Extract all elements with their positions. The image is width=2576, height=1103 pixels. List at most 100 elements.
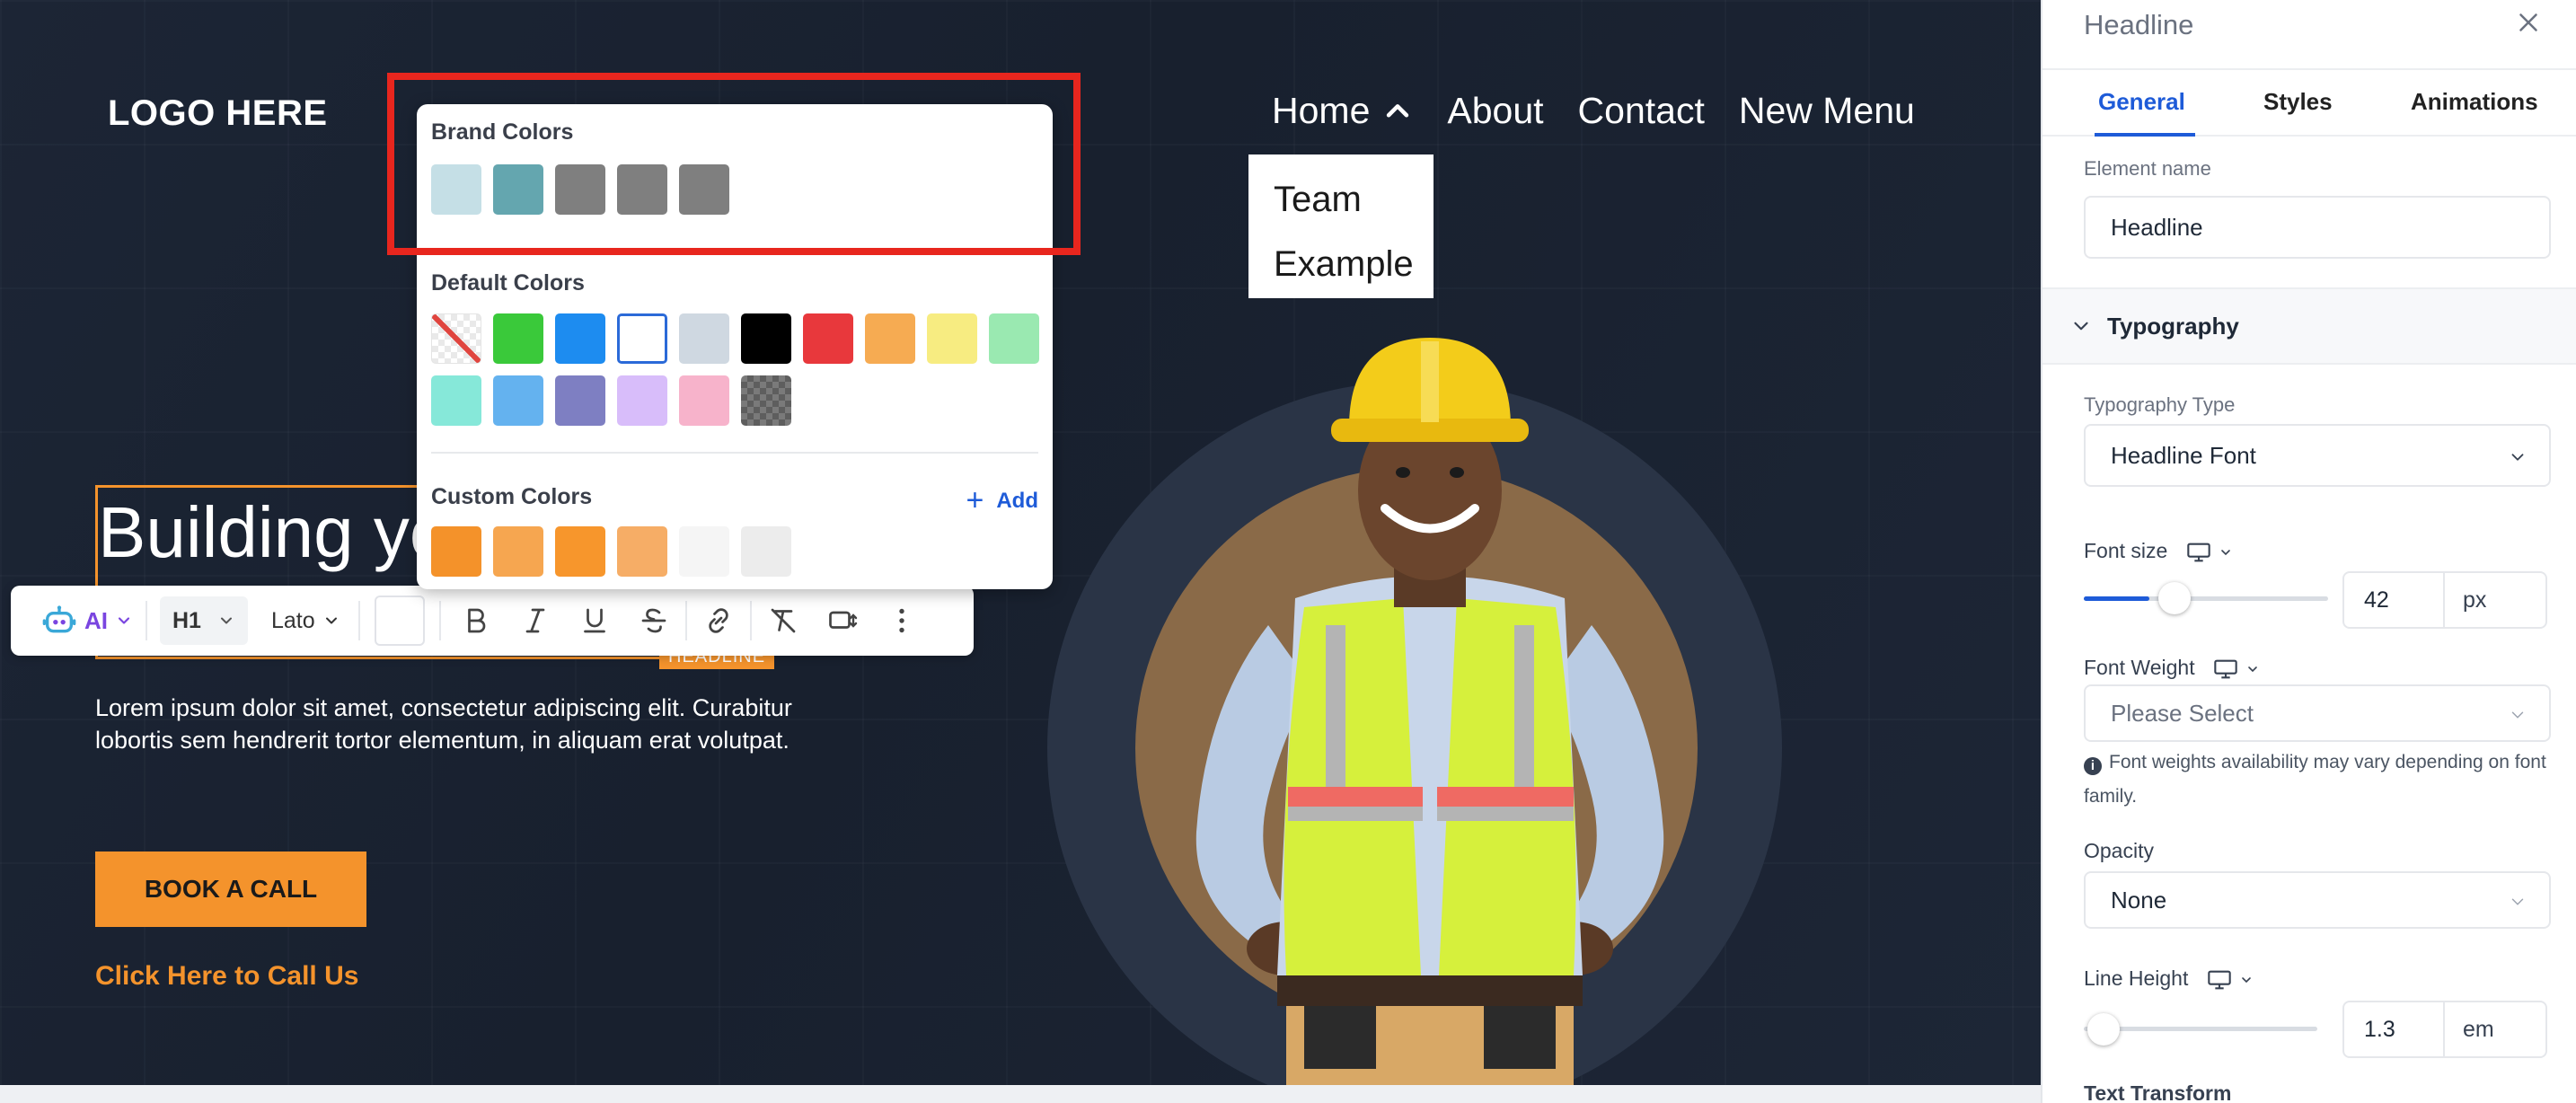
opacity-select[interactable]: None [2084, 871, 2551, 929]
opacity-value: None [2111, 886, 2167, 913]
submenu-item-example[interactable]: Example [1248, 232, 1434, 296]
font-size-input[interactable]: 42 [2342, 571, 2445, 629]
nav-item-new-menu[interactable]: New Menu [1739, 90, 1915, 132]
link-icon[interactable] [702, 604, 735, 637]
default-color-swatch[interactable] [865, 313, 915, 364]
default-color-swatch[interactable] [989, 313, 1039, 364]
nav-item-contact[interactable]: Contact [1578, 90, 1705, 132]
brand-color-swatch[interactable] [431, 164, 481, 215]
font-weight-select[interactable]: Please Select [2084, 684, 2551, 742]
italic-icon[interactable] [519, 604, 551, 637]
tab-animations[interactable]: Animations [2411, 88, 2538, 116]
chevron-down-icon[interactable] [2219, 545, 2233, 560]
brand-color-swatch[interactable] [555, 164, 605, 215]
typography-type-select[interactable]: Headline Font [2084, 424, 2551, 487]
default-color-swatch[interactable] [617, 313, 667, 364]
panel-title: Headline [2084, 9, 2194, 40]
tab-general[interactable]: General [2098, 88, 2185, 116]
line-height-label: Line Height [2084, 966, 2189, 990]
line-height-unit[interactable]: em [2445, 1001, 2547, 1058]
settings-panel: Headline General Styles Animations Eleme… [2041, 0, 2576, 1103]
nav-item-home[interactable]: Home [1272, 90, 1413, 132]
default-colors-title: Default Colors [431, 270, 585, 296]
canvas-bottom-strip [0, 1085, 2041, 1103]
font-family-select[interactable]: Lato [259, 596, 353, 645]
element-name-input[interactable]: Headline [2084, 196, 2551, 259]
font-weight-note-text: Font weights availability may vary depen… [2084, 752, 2546, 807]
typography-type-value: Headline Font [2111, 441, 2256, 469]
brand-color-swatch[interactable] [493, 164, 543, 215]
line-height-label-row: Line Height [2084, 966, 2254, 991]
brand-color-swatch[interactable] [679, 164, 729, 215]
default-color-swatch[interactable] [741, 375, 791, 426]
default-color-swatch[interactable] [679, 375, 729, 426]
default-color-swatch[interactable] [493, 375, 543, 426]
default-color-swatch[interactable] [431, 375, 481, 426]
font-size-label: Font size [2084, 539, 2168, 562]
more-vertical-icon[interactable] [886, 604, 918, 637]
brand-color-swatch[interactable] [617, 164, 667, 215]
line-height-input[interactable]: 1.3 [2342, 1001, 2445, 1058]
font-size-unit[interactable]: px [2445, 571, 2547, 629]
default-color-swatch[interactable] [555, 313, 605, 364]
default-color-swatch[interactable] [555, 375, 605, 426]
toolbar-divider [749, 601, 752, 640]
chevron-down-icon[interactable] [2245, 662, 2260, 676]
ai-assistant-button[interactable]: AI [41, 603, 133, 639]
custom-color-swatch[interactable] [431, 526, 481, 577]
site-logo[interactable]: LOGO HERE [108, 93, 328, 134]
headline-text[interactable]: Building yo [98, 488, 449, 578]
hero-body-text[interactable]: Lorem ipsum dolor sit amet, consectetur … [95, 692, 796, 756]
custom-color-swatch[interactable] [493, 526, 543, 577]
typography-section-toggle[interactable]: Typography [2042, 287, 2576, 365]
font-size-slider-thumb[interactable] [2158, 582, 2192, 614]
underline-icon[interactable] [578, 604, 611, 637]
default-color-swatch[interactable] [431, 313, 481, 364]
monitor-icon[interactable] [2207, 969, 2232, 991]
chevron-down-icon [2074, 322, 2088, 331]
default-color-swatch[interactable] [679, 313, 729, 364]
tab-styles[interactable]: Styles [2263, 88, 2333, 116]
active-tab-indicator [2095, 133, 2195, 137]
font-weight-note: i Font weights availability may vary depe… [2084, 746, 2551, 814]
custom-colors-title: Custom Colors [431, 484, 593, 509]
close-icon[interactable] [2513, 7, 2544, 38]
font-weight-label-row: Font Weight [2084, 656, 2260, 680]
default-color-swatch[interactable] [741, 313, 791, 364]
bold-icon[interactable] [460, 604, 492, 637]
clear-format-icon[interactable] [767, 604, 799, 637]
heading-level-select[interactable]: H1 [160, 596, 248, 645]
book-a-call-button[interactable]: BOOK A CALL [95, 852, 366, 927]
custom-color-swatch[interactable] [679, 526, 729, 577]
toolbar-divider [146, 601, 147, 640]
default-color-swatch[interactable] [617, 375, 667, 426]
default-color-swatch[interactable] [493, 313, 543, 364]
font-family-value: Lato [271, 607, 315, 633]
strikethrough-icon[interactable] [638, 604, 670, 637]
ai-label: AI [84, 606, 108, 634]
color-picker-popover: Brand Colors Default Colors Custom Color… [417, 104, 1053, 589]
add-custom-color-button[interactable]: + Add [966, 483, 1038, 518]
resize-icon[interactable] [826, 604, 859, 637]
submenu-item-team[interactable]: Team [1248, 167, 1434, 232]
plus-icon: + [966, 483, 984, 517]
custom-color-swatch[interactable] [741, 526, 791, 577]
default-color-swatch[interactable] [803, 313, 853, 364]
monitor-icon[interactable] [2213, 658, 2238, 680]
brand-colors-title: Brand Colors [431, 119, 574, 145]
monitor-icon[interactable] [2186, 542, 2211, 563]
element-name-label: Element name [2084, 157, 2211, 180]
hero-worker-image[interactable] [1134, 329, 1726, 1085]
line-height-slider-thumb[interactable] [2087, 1013, 2120, 1046]
text-color-button[interactable] [374, 596, 425, 646]
chevron-down-icon [2511, 454, 2524, 461]
typography-section-title: Typography [2107, 312, 2239, 340]
custom-color-swatch[interactable] [617, 526, 667, 577]
nav-item-about[interactable]: About [1447, 90, 1543, 132]
chevron-down-icon[interactable] [2239, 973, 2254, 987]
call-us-link[interactable]: Click Here to Call Us [95, 961, 358, 992]
custom-color-swatch[interactable] [555, 526, 605, 577]
default-color-swatch[interactable] [927, 313, 977, 364]
typography-type-label: Typography Type [2084, 393, 2236, 416]
picker-divider [431, 452, 1038, 454]
